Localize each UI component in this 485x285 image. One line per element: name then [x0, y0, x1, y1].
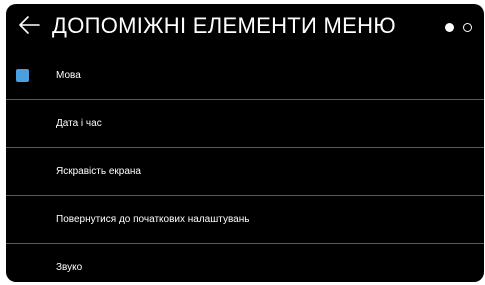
menu-item-label: Дата і час	[56, 118, 102, 129]
menu-item-date-time[interactable]: Дата і час	[6, 100, 484, 148]
menu-item-language[interactable]: Мова	[6, 52, 484, 100]
menu-item-label: Повернутися до початкових налаштувань	[56, 214, 250, 225]
selected-marker-icon	[16, 69, 29, 82]
menu-item-label: Яскравість екрана	[56, 166, 141, 177]
menu-item-screen-brightness[interactable]: Яскравість екрана	[6, 148, 484, 196]
menu-list: Мова Дата і час Яскравість екрана Поверн…	[6, 52, 484, 282]
menu-item-label: Мова	[56, 70, 81, 81]
arrow-left-icon	[19, 16, 40, 34]
menu-item-label: Звуко	[56, 262, 83, 273]
menu-screen: ДОПОМІЖНІ ЕЛЕМЕНТИ МЕНЮ Мова Дата і час …	[6, 4, 484, 282]
page-title: ДОПОМІЖНІ ЕЛЕМЕНТИ МЕНЮ	[52, 13, 396, 38]
back-button[interactable]	[16, 10, 42, 40]
header: ДОПОМІЖНІ ЕЛЕМЕНТИ МЕНЮ	[6, 4, 484, 48]
page-indicator	[445, 23, 472, 32]
menu-item-sound[interactable]: Звуко	[6, 244, 484, 282]
page-dot-2[interactable]	[463, 23, 472, 32]
page-dot-1	[445, 23, 454, 32]
menu-item-factory-reset[interactable]: Повернутися до початкових налаштувань	[6, 196, 484, 244]
